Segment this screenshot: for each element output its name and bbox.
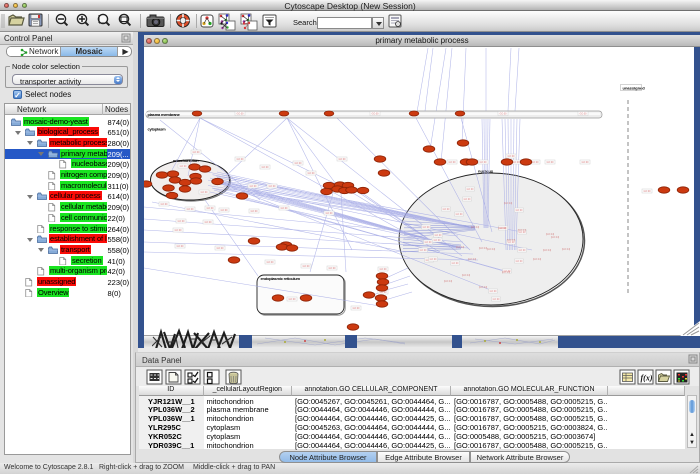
svg-text:GO:00: GO:00 <box>371 113 379 116</box>
svg-text:GO:00: GO:00 <box>442 208 450 211</box>
svg-text:[GO:44]: [GO:44] <box>562 248 571 251</box>
svg-text:GO:00: GO:00 <box>422 226 430 229</box>
svg-text:GO:00: GO:00 <box>451 262 459 265</box>
svg-text:[GO:44]: [GO:44] <box>498 227 507 230</box>
svg-text:GO:00: GO:00 <box>268 185 276 188</box>
svg-text:GO:00: GO:00 <box>328 267 336 270</box>
svg-text:GO:00: GO:00 <box>352 307 360 310</box>
svg-text:GO:00: GO:00 <box>531 161 539 164</box>
svg-text:[GO:44]: [GO:44] <box>551 236 560 239</box>
svg-text:GO:00: GO:00 <box>581 161 589 164</box>
svg-text:GO:00: GO:00 <box>515 209 523 212</box>
svg-text:GO:00: GO:00 <box>236 113 244 116</box>
svg-text:[GO:44]: [GO:44] <box>479 286 488 289</box>
svg-text:GO:00: GO:00 <box>507 155 515 158</box>
svg-text:GO:00: GO:00 <box>515 260 523 263</box>
svg-text:GO:00: GO:00 <box>294 162 302 165</box>
svg-text:GO:00: GO:00 <box>220 209 228 212</box>
svg-text:[GO:44]: [GO:44] <box>504 202 513 205</box>
svg-text:GO:00: GO:00 <box>489 290 497 293</box>
svg-text:GO:00: GO:00 <box>266 261 274 264</box>
svg-text:GO:00: GO:00 <box>434 234 442 237</box>
svg-text:GO:00: GO:00 <box>424 241 432 244</box>
svg-text:GO:00: GO:00 <box>192 151 200 154</box>
svg-text:GO:00: GO:00 <box>160 203 168 206</box>
svg-text:GO:00: GO:00 <box>338 158 346 161</box>
svg-text:GO:00: GO:00 <box>174 229 182 232</box>
svg-text:[GO:44]: [GO:44] <box>462 274 471 277</box>
svg-text:[GO:44]: [GO:44] <box>456 246 465 249</box>
svg-text:GO:00: GO:00 <box>288 298 296 301</box>
svg-text:GO:00: GO:00 <box>236 158 244 161</box>
svg-text:[GO:44]: [GO:44] <box>471 226 480 229</box>
svg-text:GO:00: GO:00 <box>579 113 587 116</box>
svg-text:[GO:44]: [GO:44] <box>444 280 453 283</box>
svg-text:f(x): f(x) <box>641 374 653 383</box>
svg-text:GO:00: GO:00 <box>280 207 288 210</box>
svg-text:GO:00: GO:00 <box>479 161 487 164</box>
svg-text:GO:00: GO:00 <box>499 113 507 116</box>
svg-text:GO:00: GO:00 <box>307 172 315 175</box>
svg-text:GO:00: GO:00 <box>463 198 471 201</box>
svg-text:GO:00: GO:00 <box>177 220 185 223</box>
svg-text:[GO:44]: [GO:44] <box>468 258 477 261</box>
svg-text:GO:00: GO:00 <box>466 188 474 191</box>
svg-text:GO:00: GO:00 <box>492 298 500 301</box>
svg-text:unassigned: unassigned <box>623 85 646 90</box>
svg-text:GO:00: GO:00 <box>325 212 333 215</box>
svg-text:GO:00: GO:00 <box>429 258 437 261</box>
svg-text:endoplasmic reticulum: endoplasmic reticulum <box>261 276 301 281</box>
svg-text:GO:00: GO:00 <box>216 247 224 250</box>
svg-text:cytoplasm: cytoplasm <box>148 127 167 132</box>
svg-text:[GO:44]: [GO:44] <box>533 258 542 261</box>
svg-text:GO:00: GO:00 <box>200 191 208 194</box>
svg-text:GO:00: GO:00 <box>512 161 520 164</box>
svg-text:GO:00: GO:00 <box>249 185 257 188</box>
svg-text:plasma membrane: plasma membrane <box>148 112 181 117</box>
svg-text:[GO:44]: [GO:44] <box>507 239 516 242</box>
svg-text:GO:00: GO:00 <box>186 208 194 211</box>
svg-text:GO:00: GO:00 <box>179 165 187 168</box>
svg-text:[GO:44]: [GO:44] <box>518 229 527 232</box>
svg-text:GO:00: GO:00 <box>433 239 441 242</box>
svg-text:[GO:44]: [GO:44] <box>487 248 496 251</box>
svg-text:GO:00: GO:00 <box>204 221 212 224</box>
svg-text:GO:00: GO:00 <box>176 245 184 248</box>
svg-text:GO:00: GO:00 <box>455 213 463 216</box>
svg-text:[GO:44]: [GO:44] <box>502 271 511 274</box>
svg-text:[GO:44]: [GO:44] <box>543 249 552 252</box>
svg-text:GO:00: GO:00 <box>643 190 651 193</box>
svg-text:GO:00: GO:00 <box>379 268 387 271</box>
svg-text:GO:00: GO:00 <box>261 166 269 169</box>
svg-text:GO:00: GO:00 <box>419 249 427 252</box>
svg-text:GO:00: GO:00 <box>206 207 214 210</box>
svg-text:GO:00: GO:00 <box>250 210 258 213</box>
svg-text:GO:00: GO:00 <box>546 161 554 164</box>
svg-text:GO:00: GO:00 <box>379 291 387 294</box>
svg-text:GO:00: GO:00 <box>518 249 526 252</box>
svg-text:GO:00: GO:00 <box>302 265 310 268</box>
svg-text:GO:00: GO:00 <box>448 161 456 164</box>
